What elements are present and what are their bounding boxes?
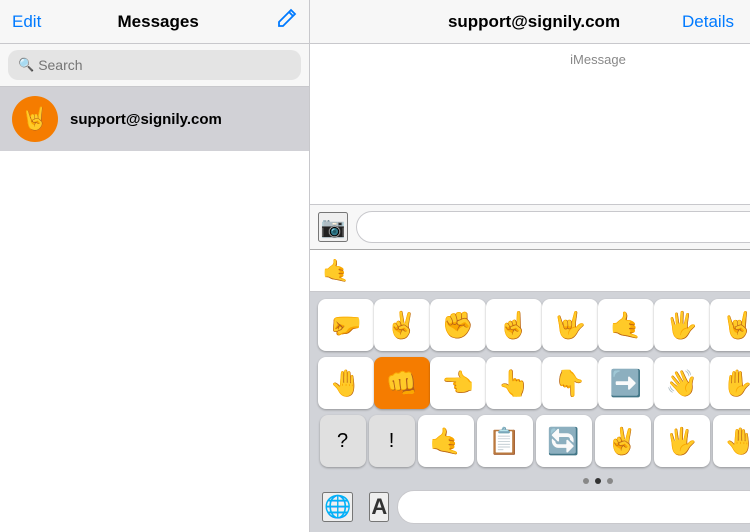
sign-key[interactable]: 👈 [430, 357, 486, 409]
dot-3 [607, 478, 613, 484]
search-input[interactable] [38, 57, 291, 73]
sign-key[interactable]: ? [320, 415, 366, 467]
contact-name: support@signily.com [70, 111, 222, 128]
sign-key[interactable]: 🔄 [536, 415, 592, 467]
sign-key[interactable]: 🤘 [710, 299, 750, 351]
sign-input-row: 🤙 ALL COPY [310, 250, 750, 292]
sign-key[interactable]: 🤙 [418, 415, 474, 467]
left-panel: 🔍 🤘 support@signily.com [0, 44, 310, 532]
sign-key[interactable]: 🤟 [542, 299, 598, 351]
message-input[interactable] [356, 211, 750, 243]
sign-row-1: 🤛 ✌️ ✊ ☝️ 🤟 🤙 🖐 🤘 👌 🤞 [310, 296, 750, 354]
details-button[interactable]: Details [682, 12, 734, 32]
right-panel: iMessage 📷 Send 🤙 ALL COPY [310, 44, 750, 532]
camera-button[interactable]: 📷 [318, 212, 348, 242]
top-bar: Edit Messages support@signily.com Detail… [0, 0, 750, 44]
sign-row-2: 🤚 👊 👈 👆 👇 ➡️ 👋 ✋ 🤙 👉 [310, 354, 750, 412]
sign-key[interactable]: ✋ [710, 357, 750, 409]
sign-rows: 🤛 ✌️ ✊ ☝️ 🤟 🤙 🖐 🤘 👌 🤞 🤚 👊 👈 👆 [310, 292, 750, 474]
compose-icon [275, 8, 297, 30]
edit-button[interactable]: Edit [12, 12, 41, 32]
search-bar: 🔍 [8, 50, 301, 80]
search-bar-container: 🔍 [0, 44, 310, 87]
left-panel-header: Edit Messages [0, 0, 310, 43]
sign-key[interactable]: 📋 [477, 415, 533, 467]
sign-key[interactable]: 🖐 [654, 299, 710, 351]
main-layout: 🔍 🤘 support@signily.com iMessage 📷 Send … [0, 44, 750, 532]
imessage-label: iMessage [310, 44, 750, 75]
sign-key[interactable]: 👆 [486, 357, 542, 409]
sign-key-selected[interactable]: 👊 [374, 357, 430, 409]
sign-key[interactable]: ! [369, 415, 415, 467]
avatar: 🤘 [12, 96, 58, 142]
sign-key[interactable]: 🤚 [713, 415, 750, 467]
right-panel-header: support@signily.com Details [310, 0, 750, 43]
sign-key[interactable]: 🤙 [598, 299, 654, 351]
sign-key[interactable]: ✌ [595, 415, 651, 467]
text-input-bar[interactable] [397, 490, 750, 524]
message-input-row: 📷 Send [310, 204, 750, 249]
page-dots [310, 474, 750, 486]
toolbar-center [397, 490, 750, 524]
sign-key[interactable]: ✌️ [374, 299, 430, 351]
sign-keyboard: 🤙 ALL COPY 🤛 ✌️ ✊ ☝️ 🤟 [310, 249, 750, 532]
messages-title: Messages [118, 12, 199, 32]
caps-button[interactable]: A [369, 492, 389, 522]
messages-area [310, 75, 750, 204]
search-icon: 🔍 [18, 57, 34, 73]
recipient-email: support@signily.com [448, 12, 620, 32]
sign-key[interactable]: ✊ [430, 299, 486, 351]
toolbar-left: 🌐 A [322, 492, 389, 522]
avatar-emoji: 🤘 [21, 106, 48, 132]
sign-key[interactable]: 🖐 [654, 415, 710, 467]
sign-key[interactable]: 👋 [654, 357, 710, 409]
sign-key[interactable]: 🤛 [318, 299, 374, 351]
dot-1 [583, 478, 589, 484]
compose-button[interactable] [275, 8, 297, 35]
contact-item[interactable]: 🤘 support@signily.com [0, 87, 309, 151]
keyboard-toolbar: 🌐 A 🖐 ↵ [310, 486, 750, 532]
sign-row-3: ? ! 🤙 📋 🔄 ✌ 🖐 🤚 🖐 , [310, 412, 750, 470]
globe-button[interactable]: 🌐 [322, 492, 353, 522]
sign-key[interactable]: 🤚 [318, 357, 374, 409]
sign-key[interactable]: 👇 [542, 357, 598, 409]
sign-display: 🤙 [318, 258, 750, 284]
sign-key[interactable]: ➡️ [598, 357, 654, 409]
sign-key[interactable]: ☝️ [486, 299, 542, 351]
dot-2 [595, 478, 601, 484]
